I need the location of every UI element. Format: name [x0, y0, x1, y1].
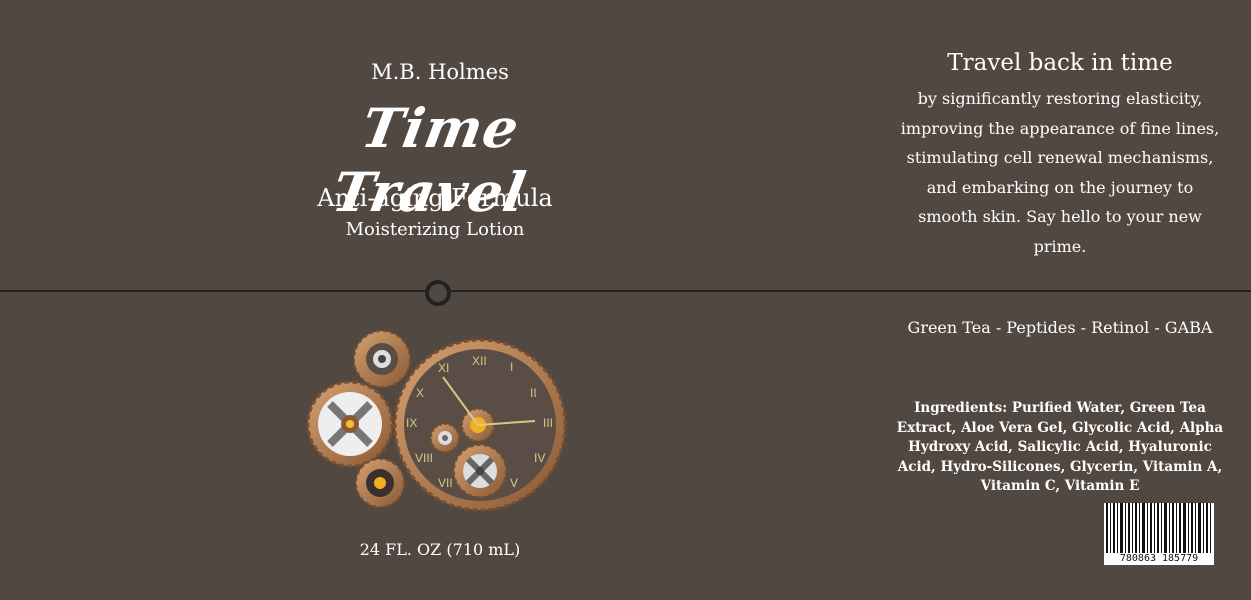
ingredients-list: Ingredients: Purified Water, Green Tea E… [896, 400, 1224, 494]
brand-name: M.B. Holmes [371, 60, 509, 84]
ring-marker-icon [425, 280, 451, 306]
numeral-5: V [510, 476, 518, 490]
numeral-7: VII [438, 476, 453, 490]
tiny-gear-icon [355, 458, 405, 508]
numeral-12: XII [472, 354, 487, 368]
numeral-8: VIII [415, 451, 433, 465]
fold-divider [0, 290, 1251, 292]
active-ingredients: Green Tea - Peptides - Retinol - GABA [907, 318, 1213, 337]
numeral-11: XI [438, 361, 449, 375]
tagline-headline: Travel back in time [947, 50, 1173, 76]
clock-face-icon: XII I II III IV V VI VII VIII IX X XI [393, 338, 567, 512]
numeral-10: X [416, 386, 424, 400]
small-gear-icon [353, 330, 411, 388]
barcode: 780863 185779 [1104, 503, 1214, 565]
numeral-2: II [530, 386, 537, 400]
numeral-9: IX [406, 416, 417, 430]
cross-gear-icon [306, 380, 394, 468]
barcode-bars-icon [1106, 503, 1211, 555]
numeral-3: III [543, 416, 553, 430]
numeral-4: IV [534, 451, 545, 465]
volume-label: 24 FL. OZ (710 mL) [359, 540, 521, 559]
numeral-1: I [510, 360, 513, 374]
product-type: Moisterizing Lotion [345, 219, 525, 240]
formula-subtitle: Anti-aging Formula [317, 184, 553, 212]
tagline-body: by significantly restoring elasticity, i… [900, 89, 1220, 256]
barcode-number: 780863 185779 [1104, 553, 1214, 565]
clock-gears-illustration: XII I II III IV V VI VII VIII IX X XI [306, 330, 567, 512]
